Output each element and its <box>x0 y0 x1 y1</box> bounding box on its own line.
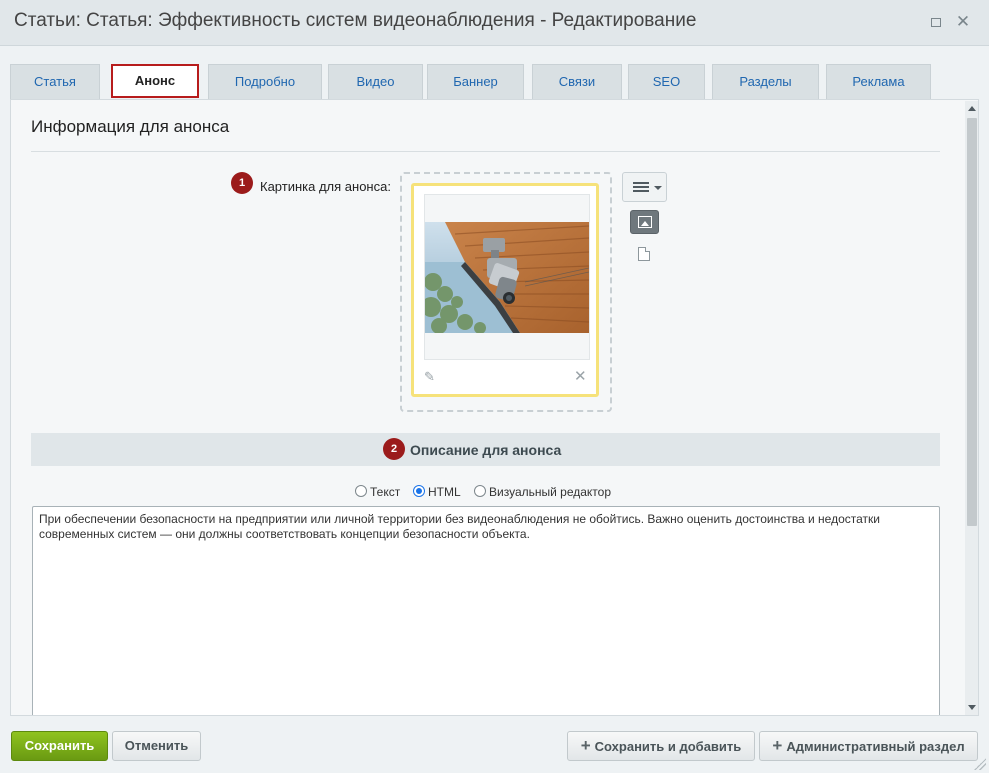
plus-icon: + <box>580 736 591 755</box>
cancel-button[interactable]: Отменить <box>112 731 201 761</box>
scrollbar-thumb[interactable] <box>967 118 977 526</box>
section-title: Информация для анонса <box>31 117 230 136</box>
step-badge-2: 2 <box>383 438 405 460</box>
save-button[interactable]: Сохранить <box>11 731 108 761</box>
mode-label-html: HTML <box>428 485 461 499</box>
scroll-up-icon[interactable] <box>968 106 976 111</box>
radio-dot <box>413 485 425 497</box>
select-from-medialibrary-button[interactable] <box>630 210 659 234</box>
maximize-icon[interactable] <box>926 12 946 32</box>
save-and-add-label: Сохранить и добавить <box>594 739 742 754</box>
preview-text-textarea[interactable]: При обеспечении безопасности на предприя… <box>32 506 940 715</box>
file-icon[interactable] <box>638 247 650 261</box>
image-frame <box>424 194 590 360</box>
image-preview-card: ✎ ✕ <box>411 183 599 397</box>
tab-announce[interactable]: Анонс <box>111 64 199 98</box>
tab-sections[interactable]: Разделы <box>712 64 819 99</box>
radio-dot <box>355 485 367 497</box>
admin-section-label: Административный раздел <box>786 739 965 754</box>
preview-text-header: 2 Описание для анонса <box>31 433 940 466</box>
tab-details[interactable]: Подробно <box>208 64 322 99</box>
window-titlebar: Статьи: Статья: Эффективность систем вид… <box>0 0 989 46</box>
preview-picture-label: Картинка для анонса: <box>260 179 391 194</box>
tab-banner[interactable]: Баннер <box>427 64 524 99</box>
delete-icon[interactable]: ✕ <box>574 367 587 385</box>
tab-ads[interactable]: Реклама <box>826 64 931 99</box>
image-icon <box>638 216 652 228</box>
step-badge-1: 1 <box>231 172 253 194</box>
tab-seo[interactable]: SEO <box>628 64 705 99</box>
preview-text-header-label: Описание для анонса <box>410 442 562 458</box>
footer-toolbar: Сохранить Отменить + Сохранить и добавить… <box>0 716 989 773</box>
tab-links[interactable]: Связи <box>532 64 622 99</box>
scroll-down-icon[interactable] <box>968 705 976 710</box>
panel-scrollbar[interactable] <box>965 101 978 715</box>
picture-options-menu-button[interactable] <box>622 172 667 202</box>
close-icon[interactable]: ✕ <box>953 12 973 32</box>
cctv-camera-photo[interactable] <box>425 222 589 333</box>
plus-icon: + <box>772 736 783 755</box>
tab-article[interactable]: Статья <box>10 64 100 99</box>
chevron-down-icon <box>654 186 662 190</box>
mode-label-text: Текст <box>370 485 401 499</box>
menu-icon <box>633 182 649 192</box>
save-and-add-button[interactable]: + Сохранить и добавить <box>567 731 755 761</box>
section-divider <box>31 151 940 152</box>
radio-dot <box>474 485 486 497</box>
resize-grip-icon[interactable] <box>974 758 986 770</box>
admin-section-button[interactable]: + Административный раздел <box>759 731 978 761</box>
window-title: Статьи: Статья: Эффективность систем вид… <box>14 10 697 31</box>
mode-label-visual: Визуальный редактор <box>489 485 612 499</box>
content-panel: Информация для анонса 1 Картинка для ано… <box>10 99 979 716</box>
edit-icon[interactable]: ✎ <box>424 369 435 385</box>
tab-video[interactable]: Видео <box>328 64 423 99</box>
